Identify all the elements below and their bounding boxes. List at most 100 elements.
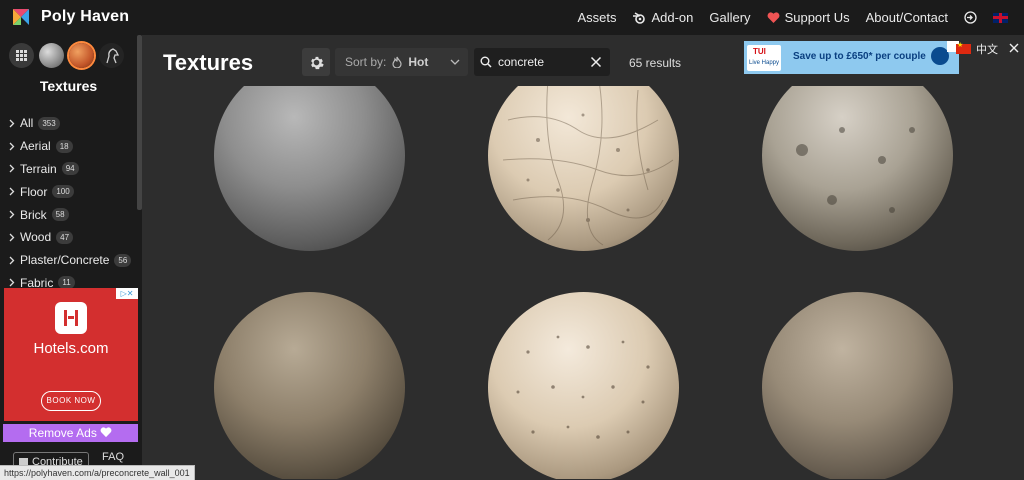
category-count: 58: [51, 208, 69, 222]
sidebar-title: Textures: [39, 78, 98, 94]
nav-addon-label: Add-on: [651, 10, 694, 25]
texture-card[interactable]: [214, 86, 405, 251]
asset-type-switcher: [9, 43, 124, 68]
category-wood[interactable]: Wood 47: [0, 226, 137, 249]
category-count: 56: [114, 253, 132, 267]
settings-button[interactable]: [302, 48, 330, 76]
chevron-right-icon: [9, 210, 15, 219]
nav-about-label: About/Contact: [865, 10, 948, 25]
close-icon[interactable]: [1009, 43, 1019, 53]
search-box: [474, 48, 610, 76]
nav-support-label: Support Us: [784, 10, 850, 25]
brand-name[interactable]: Poly Haven: [41, 8, 129, 26]
hotels-ad[interactable]: ▷✕ Hotels.com BOOK NOW: [4, 288, 138, 421]
remove-ads-button[interactable]: Remove Ads: [3, 424, 138, 442]
textures-button[interactable]: [69, 43, 94, 68]
crack-pattern: [502, 86, 674, 246]
models-button[interactable]: [99, 43, 124, 68]
all-assets-button[interactable]: [9, 43, 34, 68]
category-label: Aerial: [20, 139, 51, 154]
uk-flag-icon: [993, 12, 1008, 23]
faq-link[interactable]: FAQ: [102, 451, 124, 463]
category-label: All: [20, 116, 34, 131]
top-bar: Poly Haven Assets Add-on Gallery Support…: [0, 0, 1024, 35]
chevron-right-icon: [9, 187, 15, 196]
sort-value: Hot: [408, 55, 429, 69]
main-nav: Assets Add-on Gallery Support Us About/C…: [569, 0, 1024, 35]
hotels-logo-icon: [55, 302, 87, 334]
login-icon: [964, 11, 977, 24]
category-label: Brick: [20, 207, 47, 222]
hdri-button[interactable]: [39, 43, 64, 68]
texture-card[interactable]: [762, 86, 953, 251]
tui-ad[interactable]: TUI Live Happy Save up to £650* per coup…: [744, 41, 959, 74]
category-label: Floor: [20, 184, 48, 199]
category-floor[interactable]: Floor 100: [0, 180, 137, 203]
tui-brand: TUI: [753, 47, 766, 56]
texture-grid: [142, 86, 1024, 479]
flame-icon: [392, 56, 402, 68]
chevron-down-icon: [450, 59, 460, 65]
sort-dropdown[interactable]: Sort by: Hot: [335, 48, 468, 76]
category-label: Wood: [20, 230, 52, 245]
horse-model-icon: [105, 47, 119, 63]
nav-gallery[interactable]: Gallery: [701, 0, 758, 35]
china-flag-icon: [956, 41, 971, 54]
chevron-right-icon: [9, 233, 15, 242]
category-count: 94: [61, 162, 79, 176]
search-input[interactable]: [496, 54, 584, 70]
texture-card[interactable]: [762, 292, 953, 479]
category-label: Terrain: [20, 161, 57, 176]
chevron-right-icon: [9, 119, 15, 128]
chevron-right-icon: [9, 279, 15, 287]
grid-icon: [16, 50, 27, 61]
category-brick[interactable]: Brick 58: [0, 203, 137, 226]
nav-gallery-label: Gallery: [709, 10, 751, 25]
chevron-right-icon: [9, 256, 15, 265]
remove-ads-label: Remove Ads: [28, 426, 97, 440]
chevron-right-icon: [9, 142, 15, 151]
search-icon: [480, 56, 492, 68]
category-all[interactable]: All 353: [0, 112, 137, 135]
gear-icon: [310, 56, 324, 69]
hotels-name: Hotels.com: [33, 340, 109, 357]
tui-offer-text: Save up to £650* per couple: [793, 51, 926, 62]
results-count: 65 results: [629, 56, 682, 70]
category-terrain[interactable]: Terrain 94: [0, 158, 137, 181]
login-button[interactable]: [956, 0, 985, 35]
texture-card[interactable]: [214, 292, 405, 479]
sort-label: Sort by:: [345, 55, 387, 69]
language-label: 中文: [976, 44, 998, 56]
tui-logo-icon: TUI Live Happy: [747, 45, 781, 71]
category-plaster-concrete[interactable]: Plaster/Concrete 56: [0, 249, 137, 272]
stain-pattern: [796, 127, 915, 213]
category-count: 18: [55, 139, 73, 153]
page-title: Textures: [163, 50, 254, 75]
blender-icon: [633, 11, 646, 24]
nav-support[interactable]: Support Us: [759, 0, 858, 35]
category-count: 353: [38, 116, 60, 130]
clear-search-icon[interactable]: [590, 56, 602, 68]
tui-tagline: Live Happy: [749, 60, 780, 66]
nav-assets[interactable]: Assets: [569, 0, 624, 35]
category-aerial[interactable]: Aerial 18: [0, 135, 137, 158]
nav-assets-label: Assets: [577, 10, 617, 25]
chevron-right-icon: [9, 165, 15, 173]
category-label: Plaster/Concrete: [20, 253, 110, 268]
language-button[interactable]: [985, 0, 1016, 35]
status-url: https://polyhaven.com/a/preconcrete_wall…: [0, 465, 195, 480]
category-count: 47: [56, 230, 74, 244]
nav-about[interactable]: About/Contact: [858, 0, 956, 35]
ad-choices-icon[interactable]: ▷✕: [116, 288, 138, 299]
category-list: All 353 Aerial 18 Terrain 94 Floor 100 Brick…: [0, 112, 137, 294]
texture-card[interactable]: [488, 292, 679, 479]
language-suggestion[interactable]: 中文: [956, 41, 998, 57]
category-count: 100: [52, 185, 74, 199]
poly-haven-logo-icon[interactable]: [10, 6, 32, 28]
heart-icon: [767, 11, 779, 23]
texture-card[interactable]: [488, 86, 679, 251]
nav-addon[interactable]: Add-on: [624, 0, 701, 35]
book-now-button[interactable]: BOOK NOW: [41, 391, 101, 411]
pore-pattern: [516, 335, 650, 439]
heart-icon: [100, 427, 112, 438]
